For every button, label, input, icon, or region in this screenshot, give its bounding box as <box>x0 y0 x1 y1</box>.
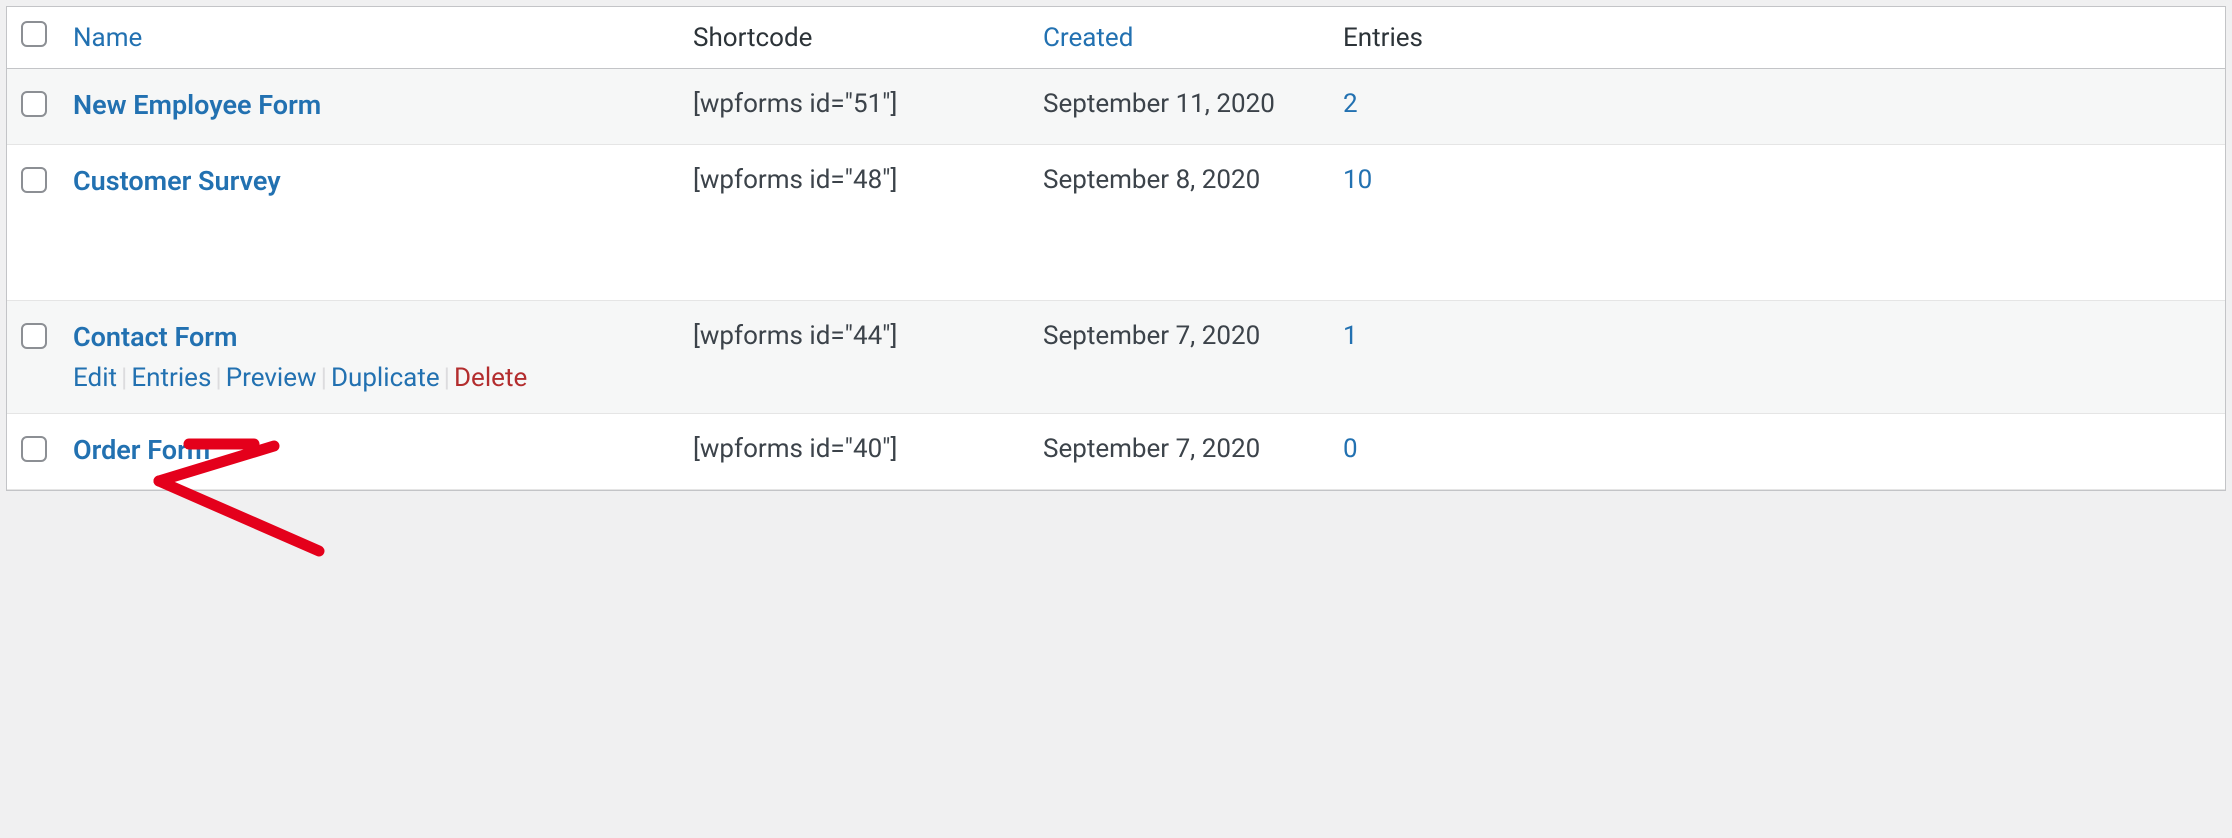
row-checkbox[interactable] <box>21 167 47 193</box>
row-checkbox[interactable] <box>21 91 47 117</box>
row-name-cell: Customer Survey <box>63 145 683 301</box>
entries-count-link[interactable]: 1 <box>1343 321 1358 351</box>
row-name-cell: New Employee Form <box>63 69 683 145</box>
entries-count-link[interactable]: 10 <box>1343 165 1372 195</box>
row-created: September 7, 2020 <box>1033 414 1333 490</box>
row-entries-cell: 10 <box>1333 145 2225 301</box>
row-entries-cell: 1 <box>1333 301 2225 414</box>
forms-table: Name Shortcode Created Entries New Emplo… <box>7 7 2225 490</box>
row-entries-cell: 2 <box>1333 69 2225 145</box>
row-checkbox-cell <box>7 301 63 414</box>
action-separator: | <box>211 363 225 393</box>
header-entries: Entries <box>1333 7 2225 69</box>
form-name-link[interactable]: Order Form <box>73 434 210 466</box>
duplicate-link[interactable]: Duplicate <box>331 363 440 393</box>
header-created[interactable]: Created <box>1033 7 1333 69</box>
table-row: Customer Survey [wpforms id="48"]Septembe… <box>7 145 2225 301</box>
table-header-row: Name Shortcode Created Entries <box>7 7 2225 69</box>
form-name-link[interactable]: New Employee Form <box>73 89 321 121</box>
select-all-checkbox[interactable] <box>21 21 47 47</box>
delete-link[interactable]: Delete <box>454 363 527 393</box>
row-created: September 8, 2020 <box>1033 145 1333 301</box>
forms-table-wrapper: Name Shortcode Created Entries New Emplo… <box>6 6 2226 491</box>
row-checkbox[interactable] <box>21 323 47 349</box>
table-row: Contact FormEdit|Entries|Preview|Duplica… <box>7 301 2225 414</box>
row-shortcode: [wpforms id="40"] <box>683 414 1033 490</box>
form-name-link[interactable]: Contact Form <box>73 321 237 353</box>
row-actions: Edit|Entries|Preview|Duplicate|Delete <box>73 363 673 393</box>
row-created: September 7, 2020 <box>1033 301 1333 414</box>
action-separator: | <box>440 363 454 393</box>
row-checkbox[interactable] <box>21 436 47 462</box>
row-created: September 11, 2020 <box>1033 69 1333 145</box>
row-shortcode: [wpforms id="48"] <box>683 145 1033 301</box>
action-separator: | <box>117 363 131 393</box>
header-shortcode: Shortcode <box>683 7 1033 69</box>
sort-created-link[interactable]: Created <box>1043 23 1133 53</box>
row-checkbox-cell <box>7 414 63 490</box>
entries-count-link[interactable]: 0 <box>1343 434 1358 464</box>
preview-link[interactable]: Preview <box>226 363 317 393</box>
table-row: Order Form [wpforms id="40"]September 7, … <box>7 414 2225 490</box>
row-name-cell: Contact FormEdit|Entries|Preview|Duplica… <box>63 301 683 414</box>
header-checkbox-cell <box>7 7 63 69</box>
table-row: New Employee Form [wpforms id="51"]Septem… <box>7 69 2225 145</box>
row-checkbox-cell <box>7 69 63 145</box>
header-name[interactable]: Name <box>63 7 683 69</box>
edit-link[interactable]: Edit <box>73 363 117 393</box>
form-name-link[interactable]: Customer Survey <box>73 165 281 197</box>
row-checkbox-cell <box>7 145 63 301</box>
sort-name-link[interactable]: Name <box>73 23 142 53</box>
row-name-cell: Order Form <box>63 414 683 490</box>
entries-link[interactable]: Entries <box>131 363 211 393</box>
row-shortcode: [wpforms id="44"] <box>683 301 1033 414</box>
row-shortcode: [wpforms id="51"] <box>683 69 1033 145</box>
action-separator: | <box>317 363 331 393</box>
entries-count-link[interactable]: 2 <box>1343 89 1358 119</box>
row-entries-cell: 0 <box>1333 414 2225 490</box>
